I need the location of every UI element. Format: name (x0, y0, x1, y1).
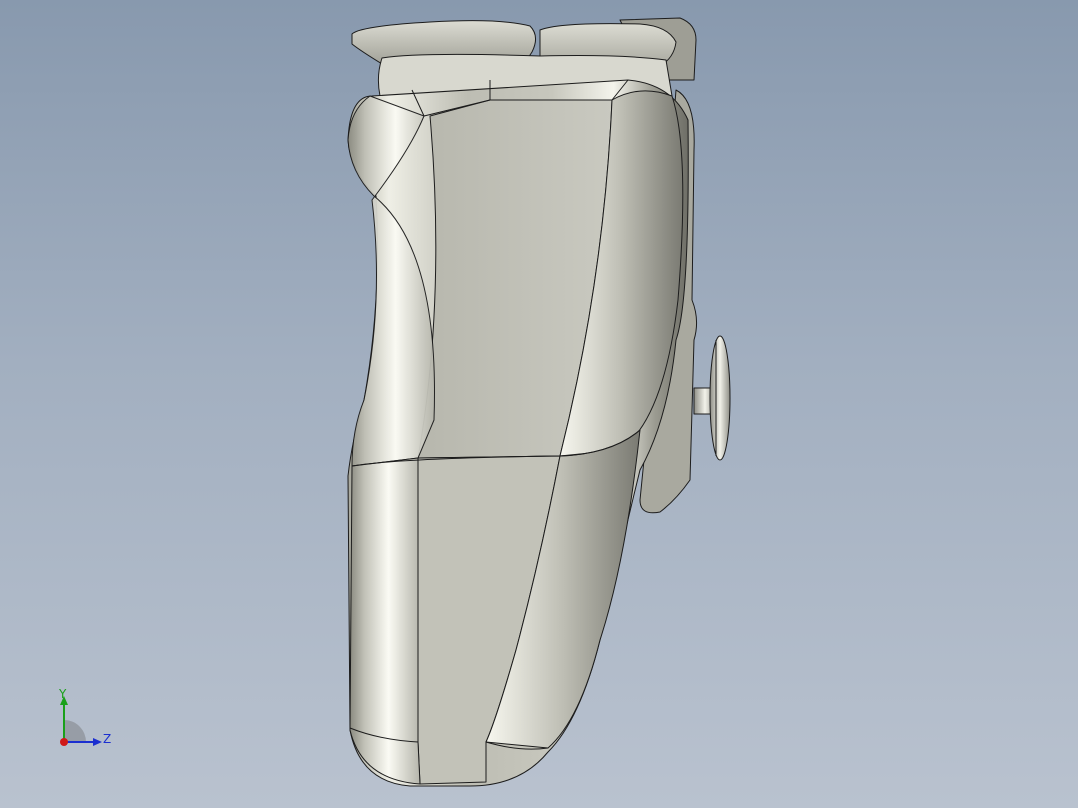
graphics-viewport[interactable]: Y Z (0, 0, 1078, 808)
lower-grip-left (349, 457, 421, 785)
z-axis-label: Z (103, 732, 112, 746)
thumbstick-cap (709, 335, 731, 461)
y-axis-label: Y (59, 687, 67, 701)
coordinate-triad: Y Z (48, 684, 128, 754)
controller-grip-model[interactable] (0, 0, 1078, 808)
